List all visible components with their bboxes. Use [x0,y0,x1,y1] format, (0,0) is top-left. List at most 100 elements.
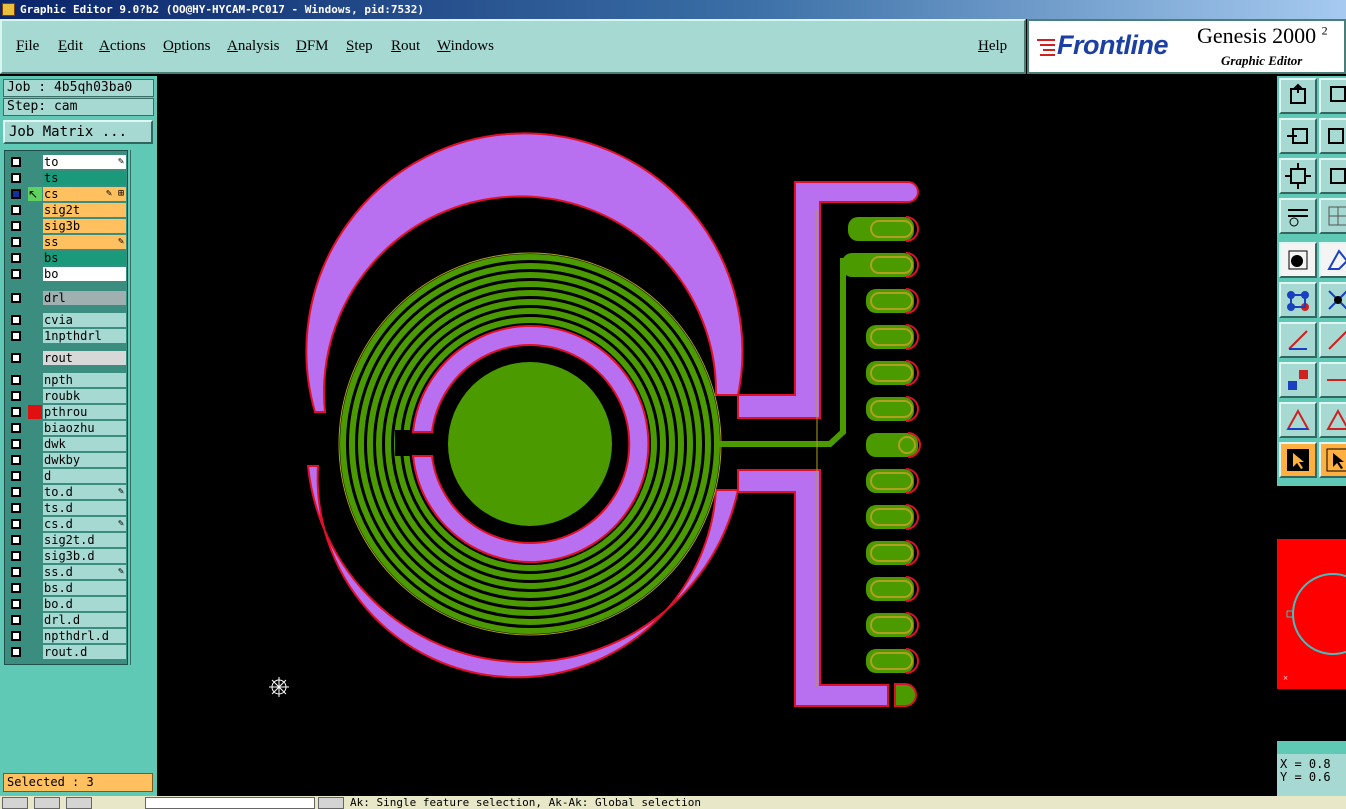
layer-row-drl[interactable]: drl [7,291,127,305]
tool-dash-button[interactable] [1319,362,1346,398]
menu-actions[interactable]: Actions [99,38,146,55]
tool-zoom-center-button[interactable] [1319,158,1346,194]
layer-row-sig2t[interactable]: sig2t [7,203,127,217]
layer-row-cs[interactable]: ↖ cs ✎ ⊞ [7,187,127,201]
overview-thumbnail[interactable]: × [1277,486,1346,741]
tool-move-right-button[interactable] [1319,118,1346,154]
layer-checkbox[interactable] [11,487,21,497]
layer-row-ss-d[interactable]: ss.d ✎ [7,565,127,579]
layer-list-scrollbar[interactable] [130,150,152,665]
layer-row-rout[interactable]: rout [7,351,127,365]
layer-row-to-d[interactable]: to.d ✎ [7,485,127,499]
layer-checkbox[interactable] [11,567,21,577]
layer-checkbox[interactable] [11,293,21,303]
tool-line2-button[interactable] [1319,322,1346,358]
tool-cross-button[interactable] [1319,282,1346,318]
layer-row-bo-d[interactable]: bo.d [7,597,127,611]
layer-row-roubk[interactable]: roubk [7,389,127,403]
layer-row-npthdrl-d[interactable]: npthdrl.d [7,629,127,643]
layer-checkbox[interactable] [11,173,21,183]
layer-checkbox[interactable] [11,455,21,465]
layer-row-1npthdrl[interactable]: 1npthdrl [7,329,127,343]
tool-nodes-button[interactable] [1279,282,1317,318]
tool-line-button[interactable] [1279,322,1317,358]
layer-checkbox[interactable] [11,551,21,561]
layer-row-to[interactable]: to ✎ [7,155,127,169]
layer-row-drl-d[interactable]: drl.d [7,613,127,627]
tool-pad-button[interactable] [1279,242,1317,278]
layer-checkbox[interactable] [11,353,21,363]
layer-checkbox[interactable] [11,221,21,231]
layer-row-rout-d[interactable]: rout.d [7,645,127,659]
layer-row-ss[interactable]: ss ✎ [7,235,127,249]
layer-row-sig3b[interactable]: sig3b [7,219,127,233]
tool-settings-button[interactable] [1279,198,1317,234]
tool-triangle-button[interactable] [1279,402,1317,438]
menu-edit[interactable]: Edit [58,38,83,55]
tool-select2-button[interactable] [1319,442,1346,478]
layer-checkbox[interactable] [11,631,21,641]
layer-checkbox[interactable] [11,439,21,449]
layer-checkbox[interactable] [11,599,21,609]
layer-checkbox[interactable] [11,535,21,545]
tool-copy-up-button[interactable] [1279,78,1317,114]
layer-checkbox[interactable] [11,375,21,385]
tool-copy-down-button[interactable] [1319,78,1346,114]
layer-row-bo[interactable]: bo [7,267,127,281]
menu-help[interactable]: Help [978,38,1007,55]
layer-row-dwkby[interactable]: dwkby [7,453,127,467]
layer-checkbox[interactable] [11,615,21,625]
layer-checkbox[interactable] [11,189,21,199]
layer-row-d[interactable]: d [7,469,127,483]
layer-checkbox[interactable] [11,503,21,513]
tool-move-left-button[interactable] [1279,118,1317,154]
menu-file[interactable]: File [16,38,39,55]
layer-name: ss ✎ [43,235,126,249]
menu-analysis[interactable]: Analysis [227,38,280,55]
bottom-button-1[interactable] [2,797,28,809]
bottom-button-3[interactable] [66,797,92,809]
layer-row-bs[interactable]: bs [7,251,127,265]
layer-row-ts-d[interactable]: ts.d [7,501,127,515]
layer-checkbox[interactable] [11,647,21,657]
layer-checkbox[interactable] [11,331,21,341]
tool-polygon-button[interactable] [1319,242,1346,278]
bottom-button-2[interactable] [34,797,60,809]
layer-row-npth[interactable]: npth [7,373,127,387]
tool-pads-button[interactable] [1279,362,1317,398]
layer-row-bs-d[interactable]: bs.d [7,581,127,595]
menu-rout[interactable]: Rout [391,38,420,55]
layer-checkbox[interactable] [11,253,21,263]
layer-row-sig2t-d[interactable]: sig2t.d [7,533,127,547]
layer-checkbox[interactable] [11,583,21,593]
layer-row-dwk[interactable]: dwk [7,437,127,451]
bottom-button-4[interactable] [318,797,344,809]
layer-row-cs-d[interactable]: cs.d ✎ [7,517,127,531]
layer-checkbox[interactable] [11,519,21,529]
layer-checkbox[interactable] [11,269,21,279]
layer-checkbox[interactable] [11,471,21,481]
layer-row-ts[interactable]: ts [7,171,127,185]
layer-row-biaozhu[interactable]: biaozhu [7,421,127,435]
layer-checkbox[interactable] [11,157,21,167]
layer-checkbox[interactable] [11,423,21,433]
tool-select-button[interactable] [1279,442,1317,478]
layer-checkbox[interactable] [11,391,21,401]
menu-step[interactable]: Step [346,38,373,55]
layer-row-pthrou[interactable]: pthrou [7,405,127,419]
job-matrix-button[interactable]: Job Matrix ... [3,120,153,144]
layer-checkbox[interactable] [11,407,21,417]
tool-grid-button[interactable] [1319,198,1346,234]
layer-checkbox[interactable] [11,237,21,247]
layer-row-cvia[interactable]: cvia [7,313,127,327]
tool-zoom-fit-button[interactable] [1279,158,1317,194]
menu-options[interactable]: Options [163,38,211,55]
graphic-canvas[interactable] [157,76,1276,796]
layer-checkbox[interactable] [11,205,21,215]
layer-row-sig3b-d[interactable]: sig3b.d [7,549,127,563]
layer-checkbox[interactable] [11,315,21,325]
menu-windows[interactable]: Windows [437,38,494,55]
tool-triangle2-button[interactable] [1319,402,1346,438]
command-input[interactable] [145,797,315,809]
menu-dfm[interactable]: DFM [296,38,329,55]
